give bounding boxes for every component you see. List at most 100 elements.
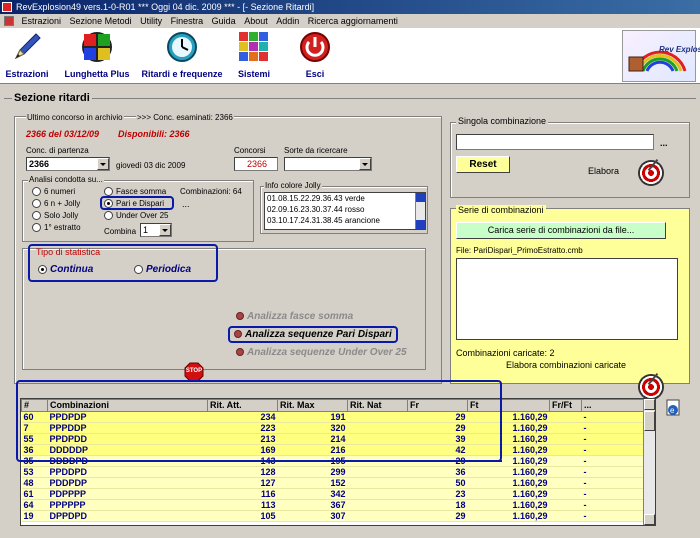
- radio-pari-dispari[interactable]: Pari e Dispari: [104, 199, 164, 209]
- bullet-icon: [234, 330, 242, 339]
- menu-finestra[interactable]: Finestra: [168, 14, 207, 28]
- cell-ft: 1.160,29: [467, 510, 550, 522]
- cell-more: -: [581, 444, 646, 456]
- elabora-target-icon[interactable]: [638, 160, 664, 186]
- bullet-icon: [236, 348, 244, 357]
- jolly-line-arancione: 03.10.17.24.31.38.45 arancione: [267, 216, 380, 225]
- pencil-icon: [14, 33, 41, 60]
- col-more[interactable]: ...: [581, 399, 646, 412]
- col-fr-ft[interactable]: Fr/Ft: [549, 399, 582, 412]
- available-text: Disponibili: 2366: [118, 129, 190, 139]
- reset-button[interactable]: Reset: [456, 156, 510, 173]
- analizza-pari-dispari-button[interactable]: Analizza sequenze Pari Dispari: [234, 329, 392, 340]
- cell-index: 61: [21, 488, 48, 500]
- scroll-up-icon[interactable]: [644, 399, 655, 410]
- cell-fr: 18: [407, 499, 468, 511]
- analizza-under-over-button[interactable]: Analizza sequenze Under Over 25: [236, 347, 407, 358]
- mdi-child-icon[interactable]: [4, 16, 14, 26]
- cell-fr-ft: [549, 488, 582, 500]
- toolbar-lunghetta-plus-button[interactable]: Lunghetta Plus: [62, 30, 132, 79]
- archive-label: Ultimo concorso in archivio: [26, 113, 124, 122]
- chevron-down-icon[interactable]: [359, 158, 371, 170]
- table-row[interactable]: 19 DPPDPD 105 307 29 1.160,29 -: [21, 510, 646, 522]
- concorsi-label: Concorsi: [234, 146, 266, 155]
- radio-continua[interactable]: Continua: [38, 264, 93, 275]
- stop-button[interactable]: STOP: [184, 362, 204, 382]
- radio-6n-jolly[interactable]: 6 n + Jolly: [32, 199, 80, 209]
- cell-rit-att: 113: [207, 499, 278, 511]
- chevron-down-icon[interactable]: [97, 158, 109, 170]
- menu-about[interactable]: About: [241, 14, 271, 28]
- concorsi-input[interactable]: 2366: [234, 157, 278, 171]
- scroll-thumb[interactable]: [644, 411, 655, 431]
- singola-browse-button[interactable]: ...: [660, 138, 668, 148]
- radio-periodica[interactable]: Periodica: [134, 264, 191, 275]
- serie-listbox[interactable]: [456, 258, 678, 340]
- radio-6-numeri[interactable]: 6 numeri: [32, 187, 75, 197]
- cell-rit-nat: [347, 488, 408, 500]
- export-icon[interactable]: e: [664, 398, 684, 418]
- table-row[interactable]: 64 PPPPPP 113 367 18 1.160,29 -: [21, 499, 646, 511]
- menu-ricerca-aggiornamenti[interactable]: Ricerca aggiornamenti: [305, 14, 401, 28]
- color-squares-icon: [239, 32, 268, 61]
- cell-fr: 50: [407, 477, 468, 489]
- color-grid-icon: [82, 32, 112, 62]
- table-row[interactable]: 53 PPDDPD 128 299 36 1.160,29 -: [21, 466, 646, 478]
- cell-rit-max: 342: [277, 488, 348, 500]
- table-row[interactable]: 48 PDDPDP 127 152 50 1.160,29 -: [21, 477, 646, 489]
- toolbar-sistemi-button[interactable]: Sistemi: [234, 30, 274, 79]
- cell-rit-max: 152: [277, 477, 348, 489]
- elabora-caricate-target-icon[interactable]: [638, 374, 664, 400]
- combinazioni-more[interactable]: ...: [182, 199, 190, 209]
- toolbar-estrazioni-button[interactable]: Estrazioni: [4, 30, 50, 79]
- toolbar-esci-button[interactable]: Esci: [298, 30, 332, 79]
- sorte-select[interactable]: [284, 157, 372, 171]
- cell-fr-ft: [549, 455, 582, 467]
- scroll-down-icon[interactable]: [416, 220, 425, 229]
- carica-serie-button[interactable]: Carica serie di combinazioni da file...: [456, 222, 666, 239]
- menu-sezione-metodi[interactable]: Sezione Metodi: [67, 14, 135, 28]
- svg-text:e: e: [670, 406, 675, 415]
- app-logo: Rev Explosion: [622, 30, 700, 82]
- menu-utility[interactable]: Utility: [137, 14, 165, 28]
- cell-fr-ft: [549, 411, 582, 423]
- cell-index: 64: [21, 499, 48, 511]
- radio-fasce-somma[interactable]: Fasce somma: [104, 187, 166, 197]
- window-titlebar[interactable]: RevExplosion49 vers.1-0-R01 *** Oggi 04 …: [0, 0, 700, 14]
- table-row[interactable]: 61 PDPPPP 116 342 23 1.160,29 -: [21, 488, 646, 500]
- cell-rit-att: 128: [207, 466, 278, 478]
- menu-estrazioni[interactable]: Estrazioni: [19, 14, 65, 28]
- radio-under-over[interactable]: Under Over 25: [104, 211, 168, 221]
- jolly-line-rosso: 02.09.16.23.30.37.44 rosso: [267, 205, 365, 214]
- cell-index: 53: [21, 466, 48, 478]
- grid-scrollbar[interactable]: [643, 399, 655, 525]
- scroll-up-icon[interactable]: [416, 193, 425, 202]
- bullet-icon: [236, 312, 244, 321]
- singola-input[interactable]: [456, 134, 654, 150]
- menu-bar: Estrazioni Sezione Metodi Utility Finest…: [0, 14, 700, 28]
- cell-fr: 23: [407, 488, 468, 500]
- cell-fr: 36: [407, 466, 468, 478]
- jolly-listbox[interactable]: 01.08.15.22.29.36.43 verde 02.09.16.23.3…: [264, 192, 426, 230]
- stop-label: STOP: [185, 368, 203, 374]
- jolly-info-label: Info colore Jolly: [264, 181, 322, 190]
- date-text: giovedì 03 dic 2009: [116, 161, 186, 170]
- cell-more: -: [581, 433, 646, 445]
- menu-addin[interactable]: Addin: [273, 14, 302, 28]
- cell-fr: 29: [407, 510, 468, 522]
- scroll-down-icon[interactable]: [644, 514, 655, 525]
- radio-solo-jolly[interactable]: Solo Jolly: [32, 211, 78, 221]
- radio-primo-estratto[interactable]: 1° estratto: [32, 223, 81, 233]
- app-icon: [2, 2, 12, 12]
- power-icon: [300, 32, 330, 62]
- cell-more: -: [581, 411, 646, 423]
- toolbar-ritardi-frequenze-button[interactable]: Ritardi e frequenze: [140, 30, 224, 79]
- conc-partenza-select[interactable]: 2366: [26, 157, 110, 171]
- elabora-caricate-label: Elabora combinazioni caricate: [506, 360, 627, 370]
- menu-guida[interactable]: Guida: [209, 14, 239, 28]
- combina-select[interactable]: 1: [140, 223, 172, 237]
- examined-label: >>> Conc. esaminati: 2366: [136, 113, 234, 122]
- chevron-down-icon[interactable]: [159, 224, 171, 236]
- jolly-scrollbar[interactable]: [415, 193, 425, 229]
- analizza-fasce-somma-button[interactable]: Analizza fasce somma: [236, 311, 353, 322]
